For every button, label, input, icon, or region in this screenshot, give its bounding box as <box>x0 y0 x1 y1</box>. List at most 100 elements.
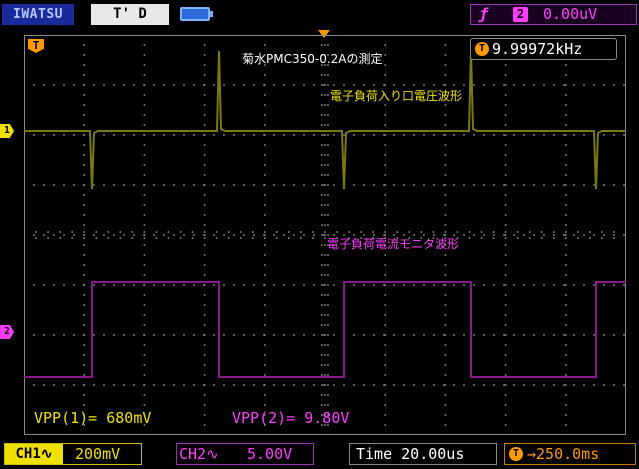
grid-dot <box>504 104 507 106</box>
grid-dot <box>303 134 305 136</box>
grid-dot <box>413 334 415 336</box>
grid-dot <box>153 334 155 336</box>
ch2-settings[interactable]: CH2∿ 5.00V <box>176 443 314 465</box>
grid-dot <box>565 231 567 233</box>
grid-dot <box>504 214 507 216</box>
grid-dot <box>276 237 278 239</box>
grid-dot <box>503 84 505 86</box>
grid-dot <box>203 334 205 336</box>
grid-dot <box>601 231 603 233</box>
grid-dot <box>303 284 305 286</box>
grid-dot <box>203 204 206 206</box>
grid-dot <box>504 424 507 426</box>
timebase-setting[interactable]: Time 20.00us <box>349 443 497 465</box>
grid-dot <box>264 324 266 326</box>
grid-dot <box>432 231 435 233</box>
grid-dot <box>264 304 266 306</box>
grid-dot <box>43 284 45 286</box>
grid-dot <box>623 284 625 286</box>
grid-dot <box>264 254 266 256</box>
grid-dot <box>444 231 447 233</box>
grid-dot <box>155 237 158 239</box>
grid-dot <box>223 134 225 136</box>
grid-dot <box>83 394 85 396</box>
grid-dot <box>153 284 155 286</box>
grid-dot <box>565 94 567 96</box>
grid-dot <box>264 394 266 396</box>
grid-dot <box>343 134 345 136</box>
grid-dot <box>623 334 625 336</box>
grid-dot <box>321 314 323 316</box>
grid-dot <box>384 424 386 426</box>
grid-dot <box>552 237 555 239</box>
grid-dot <box>493 234 495 236</box>
grid-dot <box>83 94 85 96</box>
grid-dot <box>73 234 75 236</box>
grid-dot <box>444 174 447 176</box>
grid-dot <box>193 184 195 186</box>
grid-dot <box>533 134 535 136</box>
grid-dot <box>384 44 386 46</box>
grid-dot <box>264 244 266 246</box>
grid-dot <box>444 314 447 316</box>
grid-dot <box>253 84 255 86</box>
grid-dot <box>276 231 278 233</box>
grid-dot <box>563 84 565 86</box>
grid-dot <box>143 244 146 246</box>
grid-dot <box>253 334 255 336</box>
grid-dot <box>623 234 625 236</box>
grid-dot <box>83 404 85 406</box>
grid-dot <box>393 134 395 136</box>
grid-dot <box>321 214 323 216</box>
ch1-ground-marker[interactable]: 1 <box>0 124 14 138</box>
grid-dot <box>565 84 567 86</box>
grid-dot <box>565 234 567 236</box>
grid-dot <box>264 237 266 239</box>
grid-dot <box>33 334 35 336</box>
grid-dot <box>143 304 146 306</box>
grid-dot <box>93 284 95 286</box>
grid-dot <box>483 284 485 286</box>
grid-dot <box>453 384 455 386</box>
grid-dot <box>504 74 507 76</box>
grid-dot <box>123 184 125 186</box>
grid-dot <box>83 54 85 56</box>
grid-dot <box>444 394 447 396</box>
grid-dot <box>183 334 185 336</box>
grid-dot <box>383 284 385 286</box>
grid-dot <box>503 284 505 286</box>
grid-dot <box>433 134 435 136</box>
grid-dot <box>327 144 329 146</box>
grid-dot <box>423 184 425 186</box>
grid-dot <box>273 134 275 136</box>
grid-dot <box>453 284 455 286</box>
grid-dot <box>43 334 45 336</box>
grid-dot <box>321 184 323 186</box>
grid-dot <box>131 237 134 239</box>
ch1-settings[interactable]: CH1∿ 200mV <box>4 443 142 465</box>
grid-dot <box>463 284 465 286</box>
grid-dot <box>213 84 215 86</box>
grid-dot <box>153 384 155 386</box>
ch2-ground-marker[interactable]: 2 <box>0 325 14 339</box>
grid-dot <box>133 134 135 136</box>
trigger-mode-indicator[interactable]: T' D <box>91 4 169 25</box>
grid-dot <box>83 364 85 366</box>
grid-dot <box>203 164 206 166</box>
grid-dot <box>504 134 507 136</box>
grid-dot <box>83 44 85 46</box>
frequency-counter: T 9.99972kHz <box>470 38 617 60</box>
grid-dot <box>321 324 323 326</box>
trigger-delay-setting[interactable]: T →250.0ms <box>504 443 636 465</box>
grid-dot <box>303 84 305 86</box>
grid-dot <box>565 74 567 76</box>
trigger-settings[interactable]: ƒ 2 0.00uV <box>470 4 637 25</box>
grid-dot <box>516 231 519 233</box>
grid-dot <box>203 234 205 236</box>
grid-dot <box>324 124 326 126</box>
grid-dot <box>563 384 565 386</box>
grid-dot <box>324 254 326 256</box>
grid-dot <box>504 237 507 239</box>
grid-dot <box>583 334 585 336</box>
grid-dot <box>384 154 386 156</box>
